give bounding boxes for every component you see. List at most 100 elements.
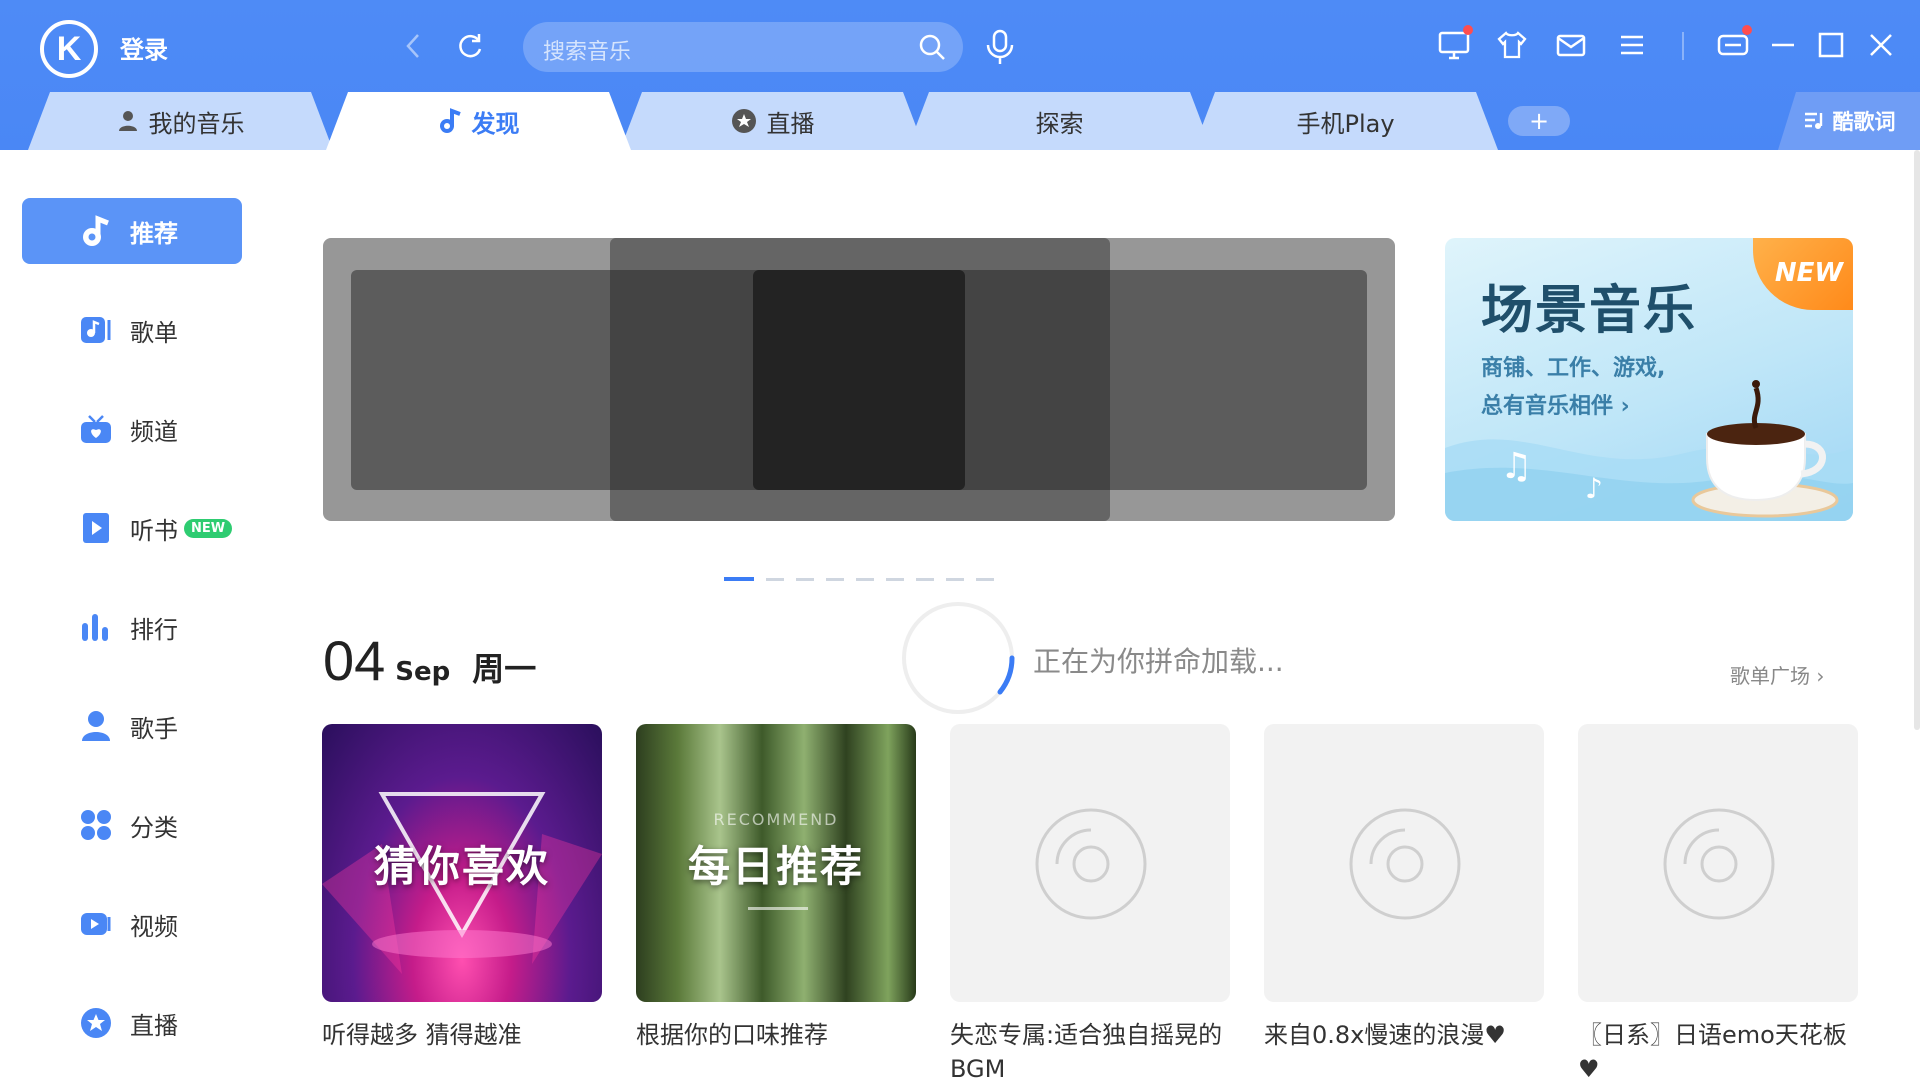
notification-dot bbox=[1742, 25, 1752, 35]
login-link[interactable]: 登录 bbox=[120, 30, 168, 65]
lyrics-button[interactable]: 酷歌词 bbox=[1778, 92, 1920, 150]
playlist-card-placeholder[interactable] bbox=[1578, 724, 1858, 1002]
carousel-dot[interactable] bbox=[826, 577, 844, 581]
banner-carousel[interactable] bbox=[323, 238, 1395, 521]
playlist-card-guess[interactable]: 猜你喜欢 bbox=[322, 724, 602, 1002]
minimize-icon[interactable] bbox=[1766, 28, 1800, 62]
voice-search-icon[interactable] bbox=[982, 27, 1018, 67]
add-tab-button[interactable]: + bbox=[1508, 106, 1570, 136]
date-month: Sep bbox=[395, 657, 451, 687]
video-icon bbox=[78, 906, 114, 942]
sidebar-item-ranking[interactable]: 排行 bbox=[22, 594, 242, 660]
sidebar-item-label: 视频 bbox=[130, 912, 178, 941]
notification-dot bbox=[1463, 25, 1473, 35]
playlist-title[interactable]: 来自0.8x慢速的浪漫♥ bbox=[1264, 1018, 1544, 1052]
playlist-card-placeholder[interactable] bbox=[1264, 724, 1544, 1002]
cover-text: 猜你喜欢 bbox=[373, 841, 550, 891]
lyrics-icon bbox=[1804, 112, 1822, 129]
tab-label: 我的音乐 bbox=[148, 109, 245, 138]
sidebar-item-label: 排行 bbox=[130, 615, 178, 644]
playlist-card-daily[interactable]: RECOMMEND 每日推荐 bbox=[636, 724, 916, 1002]
music-note-icon bbox=[439, 108, 461, 133]
close-icon[interactable] bbox=[1864, 28, 1898, 62]
chart-icon bbox=[78, 609, 114, 645]
refresh-icon[interactable] bbox=[452, 28, 488, 64]
loading-text: 正在为你拼命加载... bbox=[1033, 645, 1284, 678]
carousel-indicator bbox=[724, 577, 994, 581]
carousel-dot[interactable] bbox=[766, 577, 784, 581]
tab-explore[interactable]: 探索 bbox=[907, 92, 1212, 150]
sidebar-item-label: 听书 bbox=[130, 516, 178, 545]
sidebar: 推荐 歌单 频道 听书 NEW 排行 歌手 分类 视频 直播 bbox=[0, 150, 260, 1080]
scrollbar[interactable] bbox=[1914, 150, 1920, 730]
disc-placeholder-icon bbox=[1663, 808, 1775, 920]
scene-music-card[interactable]: ♫ ♪ 场景音乐 商铺、工作、游戏, 总有音乐相伴 › NEW bbox=[1445, 238, 1853, 521]
music-note-icon bbox=[78, 213, 114, 249]
tab-my-music[interactable]: 我的音乐 bbox=[28, 92, 333, 150]
maximize-icon[interactable] bbox=[1814, 28, 1848, 62]
carousel-dot[interactable] bbox=[796, 577, 814, 581]
main-tabs: 我的音乐 探索 手机Play 直播 发现 + 酷歌词 bbox=[0, 92, 1920, 150]
disc-placeholder-icon bbox=[1035, 808, 1147, 920]
playlist-title[interactable]: 听得越多 猜得越准 bbox=[322, 1018, 602, 1052]
sidebar-item-audiobook[interactable]: 听书 NEW bbox=[22, 495, 242, 561]
scene-subtitle-line: 商铺、工作、游戏, bbox=[1481, 356, 1666, 381]
carousel-dot[interactable] bbox=[856, 577, 874, 581]
playlist-title[interactable]: 根据你的口味推荐 bbox=[636, 1018, 916, 1052]
back-icon[interactable] bbox=[395, 28, 431, 64]
playlist-title[interactable]: 〖日系〗日语emo天花板♥ bbox=[1578, 1018, 1858, 1086]
scene-subtitle-line: 总有音乐相伴 › bbox=[1481, 394, 1630, 419]
playlist-icon bbox=[78, 312, 114, 348]
sidebar-item-category[interactable]: 分类 bbox=[22, 792, 242, 858]
carousel-dot[interactable] bbox=[916, 577, 934, 581]
carousel-dot[interactable] bbox=[724, 577, 754, 581]
menu-icon[interactable] bbox=[1615, 28, 1649, 62]
radio-icon bbox=[78, 411, 114, 447]
lyrics-label: 酷歌词 bbox=[1832, 110, 1896, 134]
live-icon bbox=[731, 109, 756, 133]
book-icon bbox=[78, 510, 114, 546]
carousel-dot[interactable] bbox=[946, 577, 964, 581]
sidebar-item-live[interactable]: 直播 bbox=[22, 990, 242, 1056]
cover-divider bbox=[748, 907, 808, 910]
tab-label: 手机Play bbox=[1296, 109, 1395, 138]
playlist-title[interactable]: 失恋专属:适合独自摇晃的BGM bbox=[950, 1018, 1230, 1086]
date-heading: 04 Sep 周一 bbox=[323, 628, 536, 693]
singer-icon bbox=[78, 708, 114, 744]
skin-icon[interactable] bbox=[1495, 28, 1529, 62]
user-icon bbox=[118, 111, 137, 131]
disc-placeholder-icon bbox=[1349, 808, 1461, 920]
playlist-card-placeholder[interactable] bbox=[950, 724, 1230, 1002]
search-input[interactable]: 搜索音乐 bbox=[523, 22, 963, 72]
category-icon bbox=[78, 807, 114, 843]
sidebar-item-label: 分类 bbox=[130, 813, 178, 842]
new-badge: NEW bbox=[184, 518, 233, 538]
sidebar-item-video[interactable]: 视频 bbox=[22, 891, 242, 957]
sidebar-item-playlist[interactable]: 歌单 bbox=[22, 297, 242, 363]
svg-text:♫: ♫ bbox=[1500, 446, 1532, 487]
date-day: 04 bbox=[323, 629, 386, 692]
kugou-logo[interactable]: K bbox=[40, 20, 98, 78]
carousel-dot[interactable] bbox=[886, 577, 904, 581]
tab-mobile-play[interactable]: 手机Play bbox=[1193, 92, 1498, 150]
sidebar-item-recommend[interactable]: 推荐 bbox=[22, 198, 242, 264]
search-icon[interactable] bbox=[917, 32, 947, 62]
sidebar-item-singer[interactable]: 歌手 bbox=[22, 693, 242, 759]
tab-label: 直播 bbox=[766, 109, 815, 138]
tab-label: 发现 bbox=[471, 109, 520, 138]
mail-icon[interactable] bbox=[1554, 28, 1588, 62]
scene-subtitle: 商铺、工作、游戏, 总有音乐相伴 › bbox=[1481, 350, 1665, 426]
tab-label: 探索 bbox=[1035, 109, 1084, 138]
tab-discover[interactable]: 发现 bbox=[326, 92, 631, 150]
sidebar-item-label: 歌手 bbox=[130, 714, 178, 743]
title-bar: K 登录 搜索音乐 我的音乐 探索 手机Play 直播 发现 + 酷歌词 bbox=[0, 0, 1920, 150]
search-placeholder: 搜索音乐 bbox=[543, 40, 632, 65]
playlist-square-link[interactable]: 歌单广场 › bbox=[1730, 660, 1824, 689]
loading-spinner bbox=[902, 602, 1015, 714]
sidebar-item-channel[interactable]: 频道 bbox=[22, 396, 242, 462]
tab-live[interactable]: 直播 bbox=[620, 92, 925, 150]
carousel-dot[interactable] bbox=[976, 577, 994, 581]
svg-text:♪: ♪ bbox=[1585, 472, 1603, 505]
sidebar-item-label: 频道 bbox=[130, 417, 178, 446]
sidebar-item-label: 歌单 bbox=[130, 318, 178, 347]
